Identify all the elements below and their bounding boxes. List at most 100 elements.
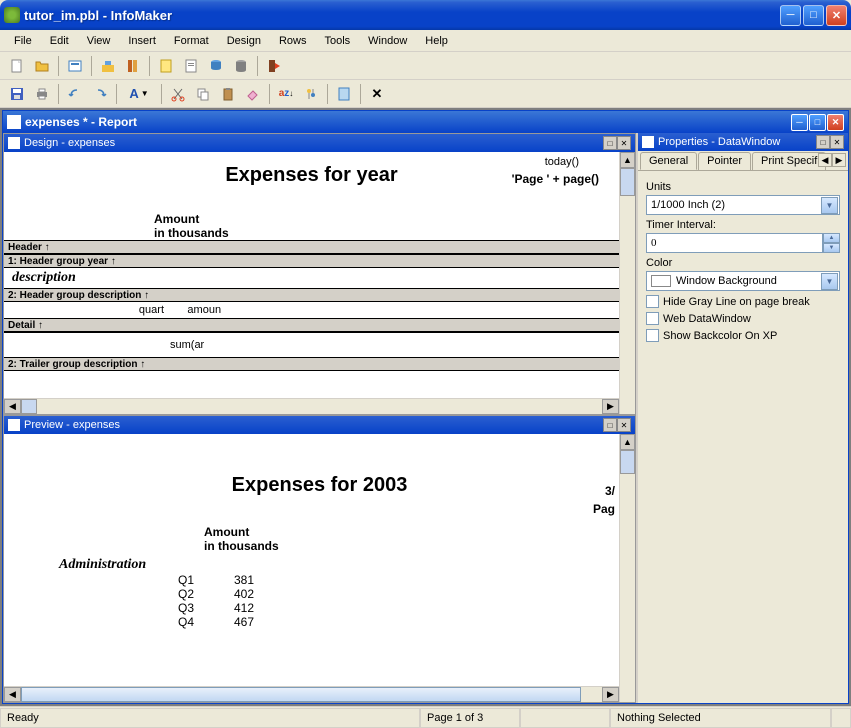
- toolbar-1: [0, 52, 851, 80]
- status-page: Page 1 of 3: [420, 708, 520, 728]
- preview-date: 3/: [605, 484, 615, 498]
- band-trailer[interactable]: 2: Trailer group description ↑: [4, 357, 619, 371]
- table-row: Q1381: [164, 573, 625, 587]
- report-titlebar: expenses * - Report ─ □ ✕: [3, 111, 848, 133]
- preview-close-button[interactable]: ✕: [617, 418, 631, 432]
- open-button[interactable]: [31, 55, 53, 77]
- hscroll-thumb[interactable]: [21, 399, 37, 414]
- preview-content[interactable]: ▲ 3/ Pag Expenses for 2003 Amount in tho…: [4, 434, 635, 702]
- redo-button[interactable]: [89, 83, 111, 105]
- app-title: tutor_im.pbl - InfoMaker: [24, 8, 780, 23]
- menu-format[interactable]: Format: [166, 33, 217, 49]
- minimize-button[interactable]: ─: [780, 5, 801, 26]
- query-button[interactable]: [205, 55, 227, 77]
- paste-button[interactable]: [217, 83, 239, 105]
- preview-hscroll[interactable]: ◀ ▶: [4, 686, 619, 702]
- close-report-button[interactable]: ✕: [366, 83, 388, 105]
- report-close-button[interactable]: ✕: [827, 114, 844, 131]
- check-backcolor-xp[interactable]: Show Backcolor On XP: [646, 329, 840, 342]
- pipeline-button[interactable]: [230, 55, 252, 77]
- preview-scroll-left[interactable]: ◀: [4, 687, 21, 702]
- save-button[interactable]: [6, 83, 28, 105]
- scroll-left-icon[interactable]: ◀: [4, 399, 21, 414]
- design-close-button[interactable]: ✕: [617, 136, 631, 150]
- menu-edit[interactable]: Edit: [42, 33, 77, 49]
- table-row: Q4467: [164, 615, 625, 629]
- menu-insert[interactable]: Insert: [120, 33, 164, 49]
- preview-button[interactable]: [64, 55, 86, 77]
- filter-button[interactable]: [300, 83, 322, 105]
- report-button[interactable]: [180, 55, 202, 77]
- menu-design[interactable]: Design: [219, 33, 269, 49]
- menu-help[interactable]: Help: [417, 33, 456, 49]
- sum-label[interactable]: sum(ar: [4, 332, 619, 357]
- exit-button[interactable]: [263, 55, 285, 77]
- design-hscroll[interactable]: ◀ ▶: [4, 398, 619, 414]
- menu-rows[interactable]: Rows: [271, 33, 315, 49]
- color-label: Color: [646, 257, 840, 269]
- properties-tabs: General Pointer Print Specif ◀ ▶: [638, 151, 848, 171]
- tab-pointer[interactable]: Pointer: [698, 152, 751, 170]
- properties-title: Properties - DataWindow: [658, 136, 816, 148]
- page-fn-label[interactable]: 'Page ' + page(): [512, 172, 599, 186]
- band-header[interactable]: Header ↑: [4, 240, 619, 254]
- tab-nav-right[interactable]: ▶: [832, 153, 846, 167]
- scroll-right-icon[interactable]: ▶: [602, 399, 619, 414]
- description-label[interactable]: description: [4, 268, 619, 288]
- library-button[interactable]: [97, 55, 119, 77]
- check-hide-gray[interactable]: Hide Gray Line on page break: [646, 295, 840, 308]
- preview-scroll-right[interactable]: ▶: [602, 687, 619, 702]
- band-group-year[interactable]: 1: Header group year ↑: [4, 254, 619, 268]
- preview-max-button[interactable]: □: [603, 418, 617, 432]
- timer-label: Timer Interval:: [646, 219, 840, 231]
- tab-general[interactable]: General: [640, 152, 697, 170]
- properties-body: Units 1/1000 Inch (2)▼ Timer Interval: ▲…: [638, 171, 848, 348]
- cut-button[interactable]: [167, 83, 189, 105]
- clear-button[interactable]: [242, 83, 264, 105]
- retrieve-button[interactable]: [333, 83, 355, 105]
- db-profile-button[interactable]: [122, 55, 144, 77]
- check-web-dw[interactable]: Web DataWindow: [646, 312, 840, 325]
- band-detail[interactable]: Detail ↑: [4, 318, 619, 332]
- properties-max-button[interactable]: □: [816, 135, 830, 149]
- menu-window[interactable]: Window: [360, 33, 415, 49]
- close-button[interactable]: ✕: [826, 5, 847, 26]
- properties-titlebar: Properties - DataWindow □ ✕: [638, 133, 848, 151]
- today-fn-label[interactable]: today(): [545, 156, 579, 168]
- units-select[interactable]: 1/1000 Inch (2)▼: [646, 195, 840, 215]
- menu-tools[interactable]: Tools: [316, 33, 358, 49]
- maximize-button[interactable]: □: [803, 5, 824, 26]
- mdi-area: expenses * - Report ─ □ ✕ Design - expen…: [0, 108, 851, 706]
- timer-input[interactable]: [646, 233, 823, 253]
- status-blank: [520, 708, 610, 728]
- spinner-up[interactable]: ▲: [823, 233, 840, 243]
- copy-button[interactable]: [192, 83, 214, 105]
- color-select[interactable]: Window Background▼: [646, 271, 840, 291]
- preview-title: Expenses for 2003: [14, 474, 625, 497]
- new-button[interactable]: [6, 55, 28, 77]
- preview-hscroll-thumb[interactable]: [21, 687, 581, 702]
- report-maximize-button[interactable]: □: [809, 114, 826, 131]
- menu-file[interactable]: File: [6, 33, 40, 49]
- preview-data-rows: Q1381 Q2402 Q3412 Q4467: [14, 573, 625, 629]
- undo-button[interactable]: [64, 83, 86, 105]
- properties-close-button[interactable]: ✕: [830, 135, 844, 149]
- design-content[interactable]: ▲ today() 'Page ' + page() Expenses for …: [4, 152, 635, 414]
- tab-nav-left[interactable]: ◀: [818, 153, 832, 167]
- app-icon: [4, 7, 20, 23]
- print-button[interactable]: [31, 83, 53, 105]
- sort-button[interactable]: az↓: [275, 83, 297, 105]
- preview-pane-title: Preview - expenses □ ✕: [4, 416, 635, 434]
- spinner-down[interactable]: ▼: [823, 243, 840, 253]
- design-max-button[interactable]: □: [603, 136, 617, 150]
- table-row: Q2402: [164, 587, 625, 601]
- form-button[interactable]: [155, 55, 177, 77]
- statusbar: Ready Page 1 of 3 Nothing Selected: [0, 706, 851, 728]
- menu-view[interactable]: View: [79, 33, 119, 49]
- tab-print[interactable]: Print Specif: [752, 152, 826, 170]
- band-group-desc[interactable]: 2: Header group description ↑: [4, 288, 619, 302]
- font-button[interactable]: A▼: [122, 83, 156, 105]
- detail-labels[interactable]: quart amoun: [4, 302, 619, 318]
- amount-label[interactable]: Amount in thousands: [4, 212, 619, 240]
- report-minimize-button[interactable]: ─: [791, 114, 808, 131]
